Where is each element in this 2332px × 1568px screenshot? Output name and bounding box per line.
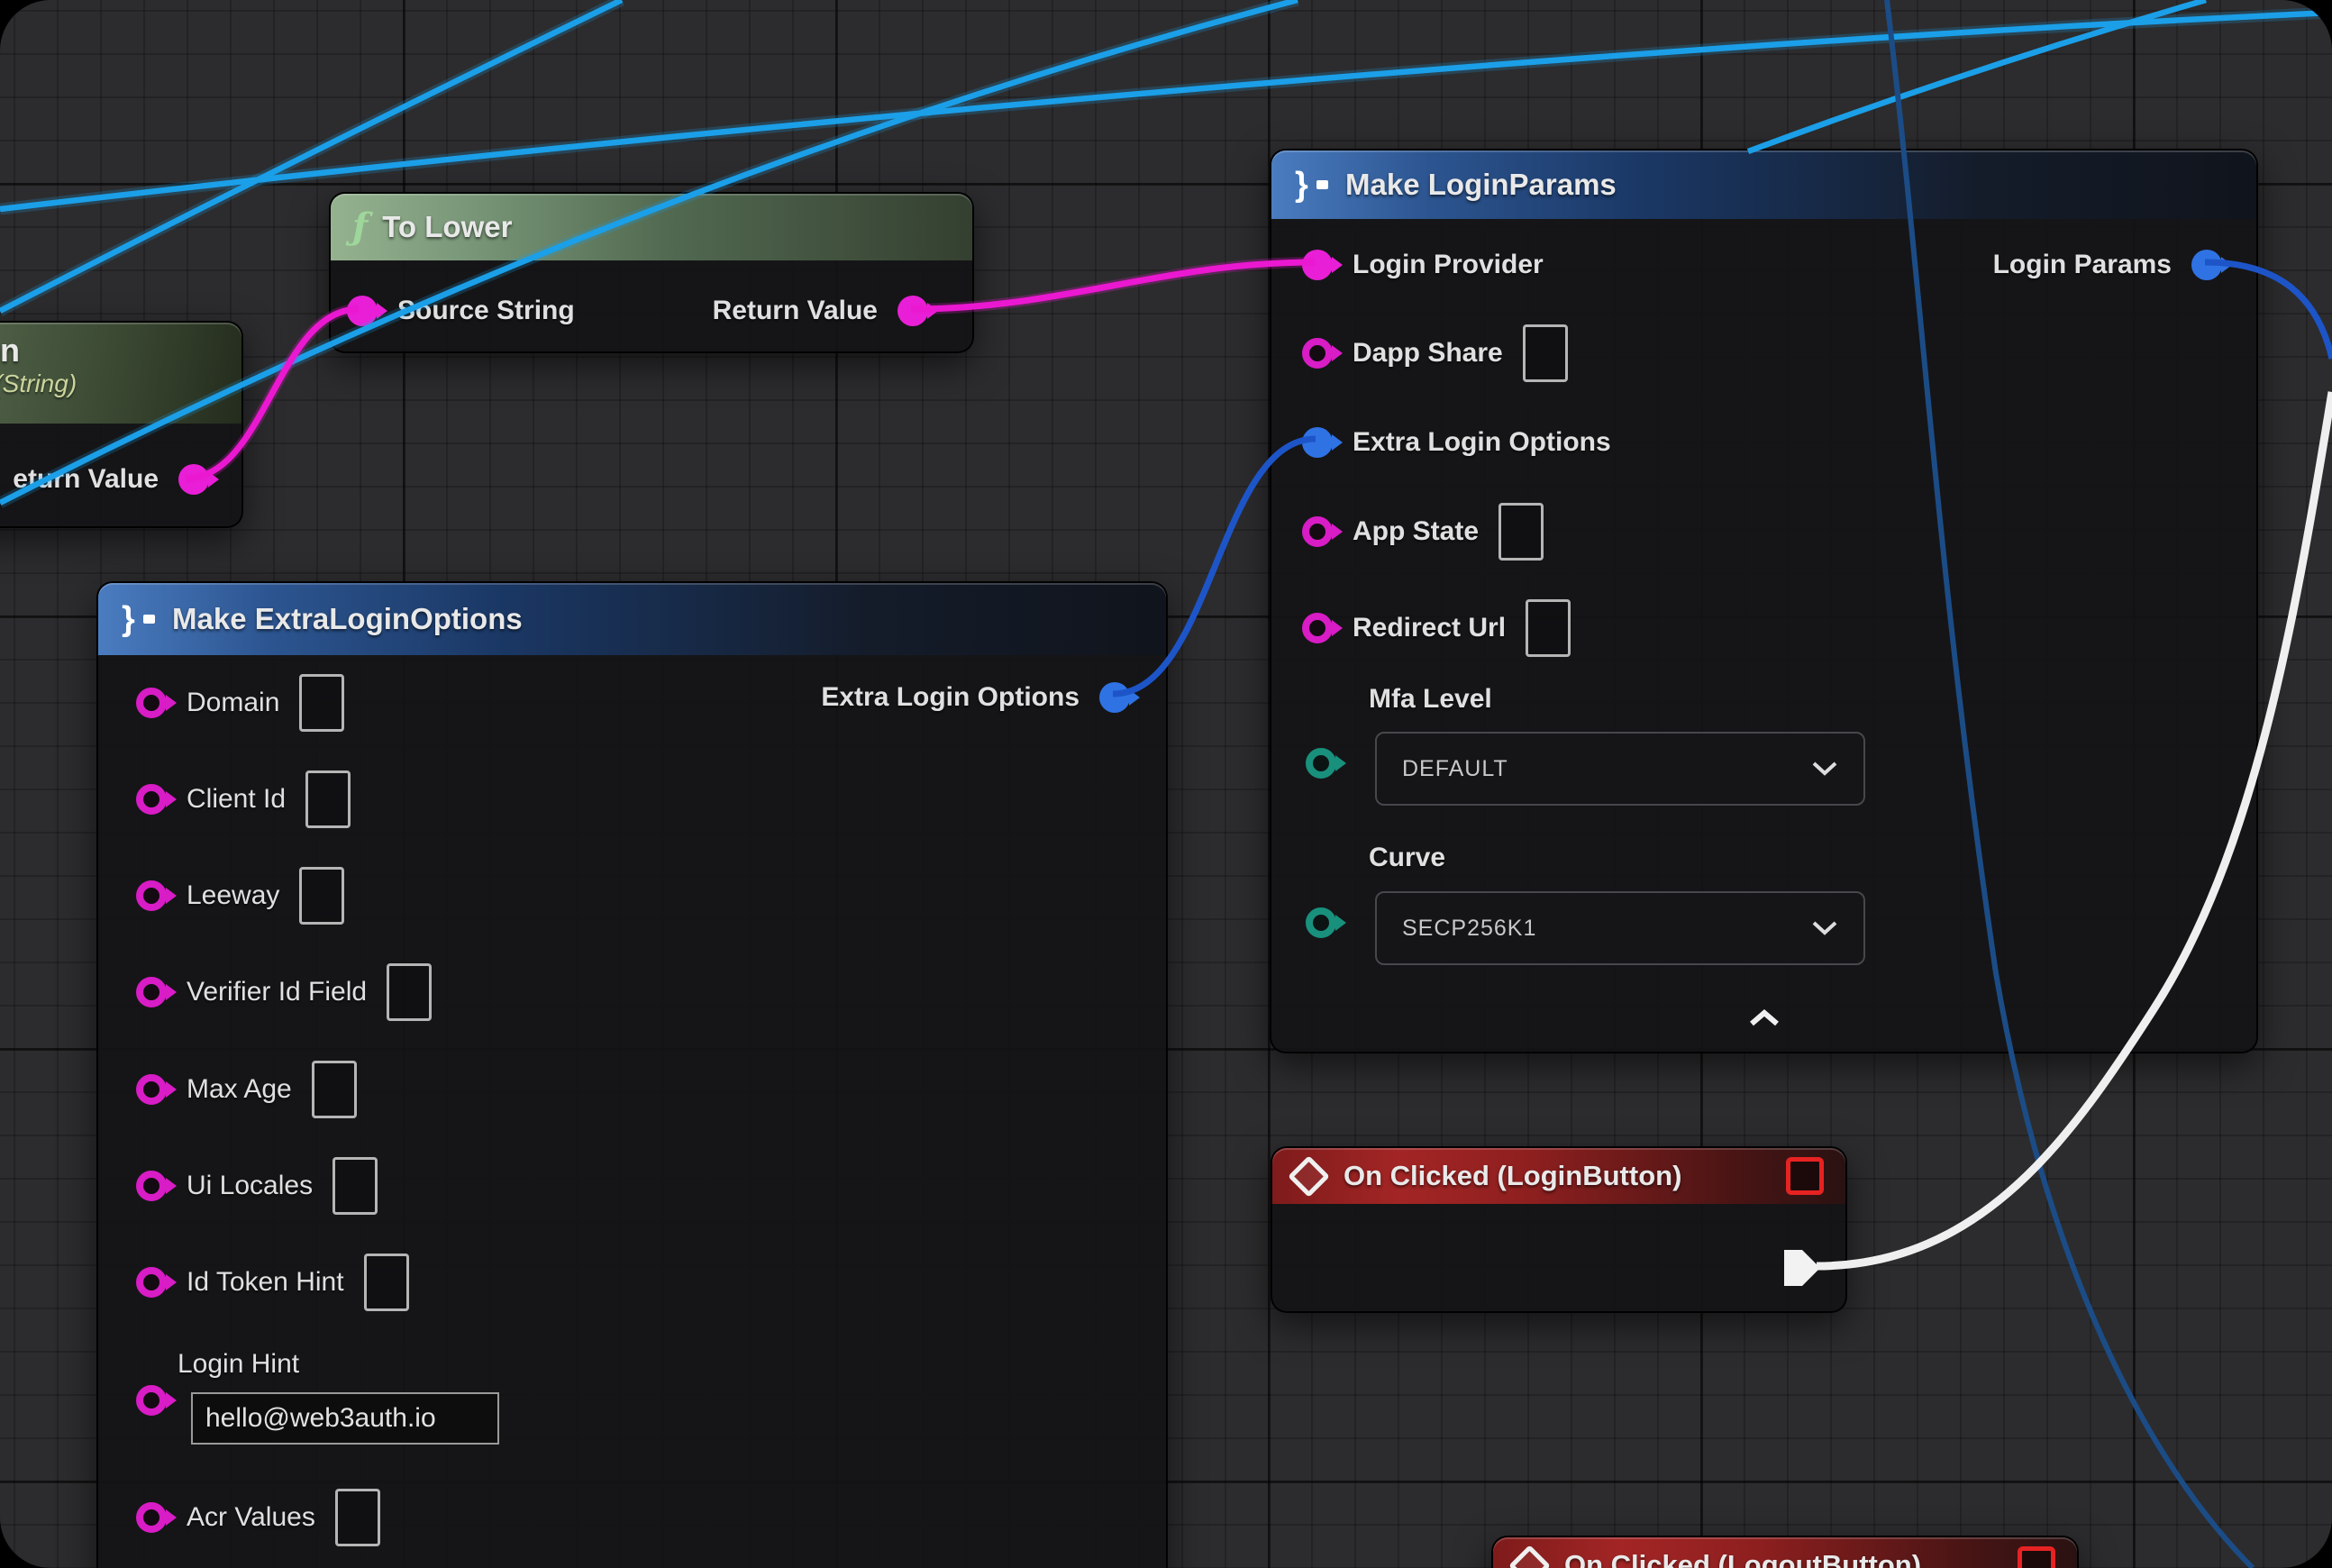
node-header[interactable]: } Make LoginParams [1271,150,2256,219]
pin-label: Dapp Share [1353,338,1503,369]
pin-label: eturn Value [13,464,159,495]
input-pin-login-hint[interactable] [136,1385,167,1416]
node-title: On Clicked (LogoutButton) [1564,1549,1921,1568]
node-title: To Lower [382,210,512,244]
event-diamond-icon [1288,1155,1330,1198]
input-pin-login-provider[interactable] [1302,250,1333,280]
output-pin-string[interactable] [178,464,209,495]
curve-value: SECP256K1 [1402,916,1536,942]
pin-label: Max Age [187,1074,292,1105]
node-subtitle-fragment: ox (String) [0,369,220,398]
node-header[interactable]: tion ox (String) [0,323,241,424]
pin-label: Id Token Hint [187,1267,344,1298]
verifier-id-field-default-checkbox[interactable] [387,963,432,1021]
exec-output-pin[interactable] [1784,1250,1820,1286]
chevron-down-icon [1811,761,1838,777]
app-state-default-checkbox[interactable] [1498,503,1544,561]
input-pin-max-age[interactable] [136,1074,167,1105]
mfa-level-label: Mfa Level [1369,684,1492,715]
node-title-fragment: tion [0,332,220,369]
input-pin-verifier-id-field[interactable] [136,977,167,1007]
pin-label: Client Id [187,784,286,815]
make-struct-icon: } [1293,167,1331,203]
input-pin-ui-locales[interactable] [136,1171,167,1201]
pin-label: Extra Login Options [821,682,1079,713]
pin-label: Login Provider [1353,250,1544,280]
pin-label: Extra Login Options [1353,427,1611,458]
input-pin-mfa-level[interactable] [1306,748,1336,779]
input-pin-redirect-url[interactable] [1302,613,1333,643]
leeway-default-checkbox[interactable] [299,867,344,925]
node-title: Make LoginParams [1345,168,1617,202]
redirect-url-default-checkbox[interactable] [1526,599,1571,657]
chevron-down-icon [1811,920,1838,936]
svg-text:}: } [1295,167,1308,203]
node-title: On Clicked (LoginButton) [1344,1160,1681,1192]
output-pin-extra-login-options[interactable] [1099,682,1130,713]
input-pin-id-token-hint[interactable] [136,1267,167,1298]
node-title: Make ExtraLoginOptions [172,602,523,636]
input-pin-extra-login-options[interactable] [1302,427,1333,458]
blueprint-graph-canvas[interactable]: tion ox (String) eturn Value ƒ To Lower … [0,0,2332,1568]
max-age-default-checkbox[interactable] [312,1061,357,1118]
wire-cyan-4 [1748,0,2206,151]
output-pin-return-value[interactable] [897,296,928,326]
pin-label: Domain [187,688,279,718]
mfa-level-value: DEFAULT [1402,756,1508,782]
collapse-node-chevron-icon[interactable] [1746,1008,1782,1028]
pin-label: Source String [397,296,575,326]
node-header[interactable]: On Clicked (LogoutButton) [1493,1537,2077,1568]
make-struct-icon: } [120,601,158,637]
event-bind-icon[interactable] [2018,1546,2055,1568]
domain-default-checkbox[interactable] [299,674,344,732]
node-make-login-params[interactable]: } Make LoginParams Login Provider Login … [1270,149,2258,1053]
node-make-extra-login-options[interactable]: } Make ExtraLoginOptions Extra Login Opt… [96,581,1168,1568]
node-on-clicked-logout-button[interactable]: On Clicked (LogoutButton) [1491,1536,2079,1568]
svg-text:}: } [122,601,135,637]
node-get-text-partial[interactable]: tion ox (String) eturn Value [0,321,243,528]
node-header[interactable]: } Make ExtraLoginOptions [98,583,1166,655]
input-pin-domain[interactable] [136,688,167,718]
output-pin-login-params[interactable] [2191,250,2222,280]
input-pin-dapp-share[interactable] [1302,338,1333,369]
event-diamond-icon [1508,1545,1551,1568]
input-pin-acr-values[interactable] [136,1502,167,1533]
input-pin-leeway[interactable] [136,880,167,911]
dapp-share-default-checkbox[interactable] [1523,324,1568,382]
client-id-default-checkbox[interactable] [305,770,351,828]
event-bind-icon[interactable] [1786,1157,1824,1195]
pin-label: Leeway [187,880,279,911]
pin-label: Return Value [713,296,878,326]
node-header[interactable]: On Clicked (LoginButton) [1272,1148,1845,1204]
acr-values-default-checkbox[interactable] [335,1489,380,1546]
login-hint-input[interactable] [191,1392,499,1445]
input-pin-client-id[interactable] [136,784,167,815]
mfa-level-dropdown[interactable]: DEFAULT [1375,732,1865,806]
id-token-hint-default-checkbox[interactable] [364,1253,409,1311]
pin-label: Acr Values [187,1502,315,1533]
pin-label: Verifier Id Field [187,977,367,1007]
input-pin-source-string[interactable] [347,296,378,326]
curve-label: Curve [1369,843,1445,873]
pin-label: Login Params [1993,250,2172,280]
input-pin-curve[interactable] [1306,907,1336,938]
function-f-icon: ƒ [352,209,368,245]
curve-dropdown[interactable]: SECP256K1 [1375,891,1865,965]
pin-label: Redirect Url [1353,613,1506,643]
node-to-lower[interactable]: ƒ To Lower Source String Return Value [329,192,974,353]
node-on-clicked-login-button[interactable]: On Clicked (LoginButton) [1271,1146,1847,1313]
pin-label: App State [1353,516,1479,547]
ui-locales-default-checkbox[interactable] [332,1157,378,1215]
pin-label: Ui Locales [187,1171,313,1201]
node-header[interactable]: ƒ To Lower [331,194,972,260]
input-pin-app-state[interactable] [1302,516,1333,547]
pin-label-login-hint: Login Hint [178,1349,299,1380]
